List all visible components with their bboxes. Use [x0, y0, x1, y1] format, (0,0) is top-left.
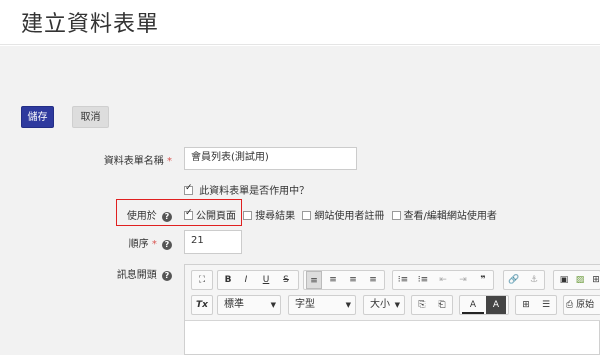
dropdown-arrow-icon: ▼: [345, 301, 351, 309]
bg-color-icon[interactable]: A: [486, 296, 506, 314]
link-icon[interactable]: 🔗: [506, 271, 522, 289]
toolbar-group-color: A A: [459, 295, 509, 315]
dropdown-arrow-icon: ▼: [270, 301, 276, 309]
required-marker: *: [151, 239, 157, 250]
toolbar-group-list: ⁝≡ ⁝≡ ⇤ ⇥ ❞: [392, 270, 494, 290]
editor-toolbar: ⛶ B I U S ≡ ≡ ≡ ≡ ⁝≡ ⁝≡ ⇤ ⇥ ❞ 🔗 ⚓ ▣ ▨ ⊞: [185, 265, 600, 321]
rich-text-editor[interactable]: ⛶ B I U S ≡ ≡ ≡ ≡ ⁝≡ ⁝≡ ⇤ ⇥ ❞ 🔗 ⚓ ▣ ▨ ⊞: [184, 264, 600, 355]
align-right-icon[interactable]: ≡: [345, 271, 361, 289]
strike-button[interactable]: S: [278, 271, 294, 289]
toolbar-group-align: ≡ ≡ ≡ ≡: [303, 270, 385, 290]
toolbar-group-table: ⊞ ☰: [515, 295, 557, 315]
horizontal-rule-icon[interactable]: ☰: [538, 296, 554, 314]
cancel-button[interactable]: 取消: [72, 106, 109, 128]
usage-option-edit-users[interactable]: 查看/編輯網站使用者: [391, 207, 497, 222]
anchor-icon[interactable]: ⚓: [526, 271, 542, 289]
required-marker: *: [167, 156, 172, 167]
message-label: 訊息開頭 ?: [117, 266, 172, 281]
help-icon[interactable]: ?: [162, 240, 172, 250]
toolbar-group-source: ⎙ 原始: [563, 295, 600, 315]
blockquote-icon[interactable]: ❞: [475, 271, 491, 289]
toolbar-group-basic: B I U S: [217, 270, 299, 290]
italic-button[interactable]: I: [238, 271, 254, 289]
checkbox[interactable]: [243, 211, 253, 220]
order-label: 順序 * ?: [129, 235, 172, 250]
align-left-icon[interactable]: ≡: [306, 271, 322, 289]
page-header: 建立資料表單: [0, 0, 600, 45]
save-button[interactable]: 儲存: [21, 106, 54, 128]
usage-option-search[interactable]: 搜尋結果: [243, 207, 295, 222]
image-gallery-icon[interactable]: ▨: [572, 271, 588, 289]
usage-option-register[interactable]: 網站使用者註冊: [302, 207, 384, 222]
active-label: 此資料表單是否作用中？: [199, 186, 310, 197]
dropdown-arrow-icon: ▼: [394, 301, 400, 309]
toolbar-group-media: ▣ ▨ ⊞: [553, 270, 600, 290]
indent-icon[interactable]: ⇥: [455, 271, 471, 289]
toolbar-group-link: 🔗 ⚓: [503, 270, 545, 290]
form-name-label: 資料表單名稱 *: [103, 156, 172, 167]
underline-button[interactable]: U: [258, 271, 274, 289]
format-select[interactable]: 標準 ▼: [217, 295, 281, 315]
align-justify-icon[interactable]: ≡: [365, 271, 381, 289]
table-icon[interactable]: ⊞: [518, 296, 534, 314]
paste-text-icon[interactable]: ⎘: [414, 296, 430, 314]
media-icon[interactable]: ⊞: [588, 271, 600, 289]
active-checkbox-row[interactable]: 此資料表單是否作用中？: [184, 182, 309, 197]
text-color-icon[interactable]: A: [462, 296, 484, 314]
active-checkbox[interactable]: [184, 183, 193, 195]
checkbox[interactable]: [391, 211, 401, 220]
source-button[interactable]: ⎙ 原始: [566, 296, 600, 314]
maximize-icon[interactable]: ⛶: [194, 271, 210, 289]
align-center-icon[interactable]: ≡: [325, 271, 341, 289]
size-select[interactable]: 大小 ▼: [363, 295, 405, 315]
outdent-icon[interactable]: ⇤: [435, 271, 451, 289]
checkbox[interactable]: [302, 211, 312, 220]
form-name-input[interactable]: 會員列表(測試用): [184, 147, 357, 170]
toolbar-group-clear: Tx: [191, 295, 213, 315]
page-title: 建立資料表單: [21, 12, 160, 37]
highlight-box: [116, 199, 242, 226]
paste-word-icon[interactable]: ⎗: [434, 296, 450, 314]
bold-button[interactable]: B: [220, 271, 236, 289]
help-icon[interactable]: ?: [162, 271, 172, 281]
clear-format-icon[interactable]: Tx: [194, 296, 210, 314]
bullet-list-icon[interactable]: ⁝≡: [415, 271, 431, 289]
font-select[interactable]: 字型 ▼: [288, 295, 356, 315]
image-icon[interactable]: ▣: [556, 271, 572, 289]
order-input[interactable]: 21: [184, 230, 242, 254]
toolbar-group-maximize: ⛶: [191, 270, 213, 290]
numbered-list-icon[interactable]: ⁝≡: [395, 271, 411, 289]
toolbar-group-paste: ⎘ ⎗: [411, 295, 453, 315]
